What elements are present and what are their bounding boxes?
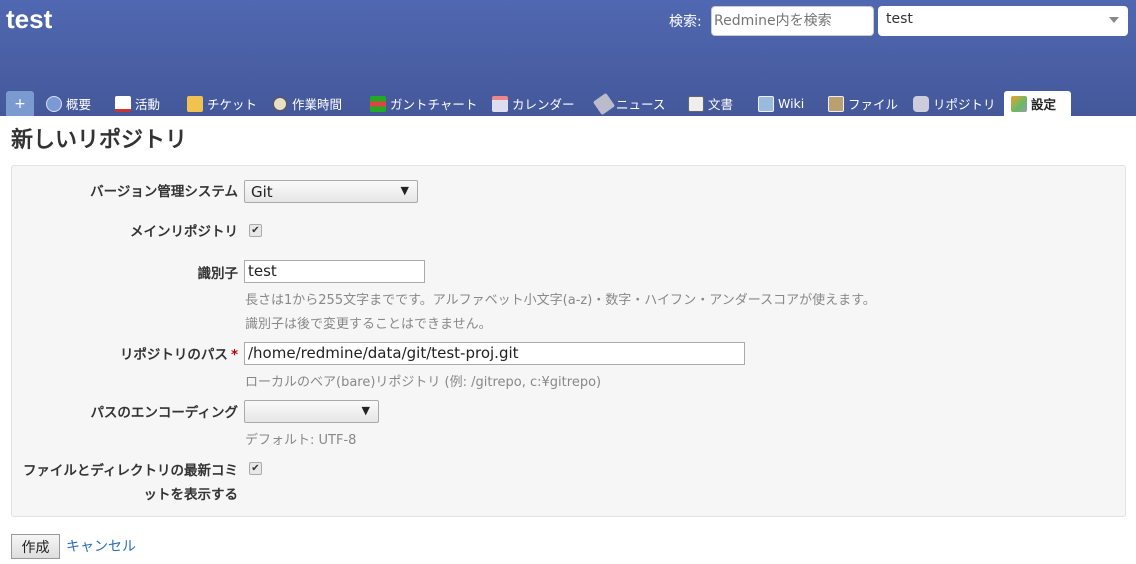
gantt-icon: [370, 95, 386, 112]
search-label: 検索:: [669, 14, 702, 30]
tab-label: ファイル: [848, 97, 899, 112]
clock-icon: [272, 95, 288, 112]
tab-calendar[interactable]: カレンダー: [492, 91, 575, 116]
identifier-info: 長さは1から255文字までです。アルファベット小文字(a-z)・数字・ハイフン・…: [245, 293, 876, 308]
tab-label: 文書: [708, 97, 734, 112]
identifier-input[interactable]: test: [244, 260, 425, 283]
search-input[interactable]: [711, 6, 874, 36]
info-icon: [46, 95, 62, 112]
required-mark: *: [230, 347, 238, 363]
tab-wiki[interactable]: Wiki: [758, 91, 804, 116]
calendar-icon: [492, 95, 508, 112]
identifier-info-2: 識別子は後で変更することはできません。: [245, 317, 492, 332]
encoding-select[interactable]: ▼: [244, 400, 379, 423]
scm-select[interactable]: Git ▼: [244, 180, 418, 203]
activity-icon: [115, 95, 131, 112]
tab-activity[interactable]: 活動: [115, 91, 160, 116]
tab-documents[interactable]: 文書: [688, 91, 733, 116]
report-last-commit-checkbox[interactable]: ✔: [249, 462, 262, 475]
main-repository-label: メインリポジトリ: [130, 224, 238, 240]
tab-time-entries[interactable]: 作業時間: [272, 91, 342, 116]
chevron-down-icon: [1109, 17, 1119, 23]
project-select-value: test: [886, 11, 913, 27]
tab-new[interactable]: +: [6, 91, 34, 116]
dropdown-arrow-icon: ▼: [361, 404, 370, 417]
tab-label: 活動: [135, 97, 161, 112]
report-last-commit-label: ファイルとディレクトリの最新コミ: [22, 463, 238, 479]
tab-news[interactable]: ニュース: [592, 91, 666, 116]
tab-label: カレンダー: [512, 97, 575, 112]
identifier-label: 識別子: [197, 266, 239, 282]
report-last-commit-label-2: ットを表示する: [143, 487, 239, 503]
scm-select-value: Git: [251, 183, 273, 201]
news-icon: [592, 92, 616, 115]
tab-issues[interactable]: チケット: [187, 91, 257, 116]
path-info: ローカルのベア(bare)リポジトリ (例: /gitrepo, c:¥gitr…: [245, 375, 602, 390]
encoding-label: パスのエンコーディング: [90, 405, 238, 421]
tab-label: 設定: [1031, 97, 1057, 112]
repository-icon: [913, 95, 929, 112]
tab-gantt[interactable]: ガントチャート: [370, 91, 477, 116]
dropdown-arrow-icon: ▼: [400, 184, 409, 197]
project-title: test: [6, 4, 53, 34]
tab-repository[interactable]: リポジトリ: [913, 91, 996, 116]
tab-overview[interactable]: 概要: [46, 91, 91, 116]
tab-label: リポジトリ: [933, 97, 996, 112]
scm-label: バージョン管理システム: [90, 184, 238, 200]
documents-icon: [688, 95, 704, 112]
tab-label: チケット: [207, 97, 258, 112]
encoding-info: デフォルト: UTF-8: [245, 433, 357, 448]
page-title: 新しいリポジトリ: [11, 128, 188, 153]
path-label-text: リポジトリのパス: [119, 347, 228, 363]
create-button[interactable]: 作成: [11, 534, 60, 559]
header: test 検索: test + 概要 活動 チケット 作業時間 ガントチャート …: [0, 0, 1136, 116]
tab-label: 概要: [66, 97, 92, 112]
main-repository-checkbox[interactable]: ✔: [249, 224, 262, 237]
tab-settings[interactable]: 設定: [1004, 91, 1071, 116]
tab-label: ガントチャート: [390, 97, 478, 112]
ticket-icon: [187, 95, 203, 112]
settings-icon: [1011, 95, 1027, 112]
path-label: リポジトリのパス *: [120, 343, 238, 363]
wiki-pencil-icon: [758, 95, 774, 112]
cancel-link[interactable]: キャンセル: [66, 536, 136, 556]
tab-files[interactable]: ファイル: [828, 91, 898, 116]
tab-label: ニュース: [616, 97, 666, 112]
project-jump-select[interactable]: test: [878, 6, 1128, 36]
tab-label: 作業時間: [292, 97, 343, 112]
file-icon: [828, 95, 844, 112]
path-input[interactable]: /home/redmine/data/git/test-proj.git: [244, 342, 745, 365]
tab-label: Wiki: [778, 96, 805, 111]
